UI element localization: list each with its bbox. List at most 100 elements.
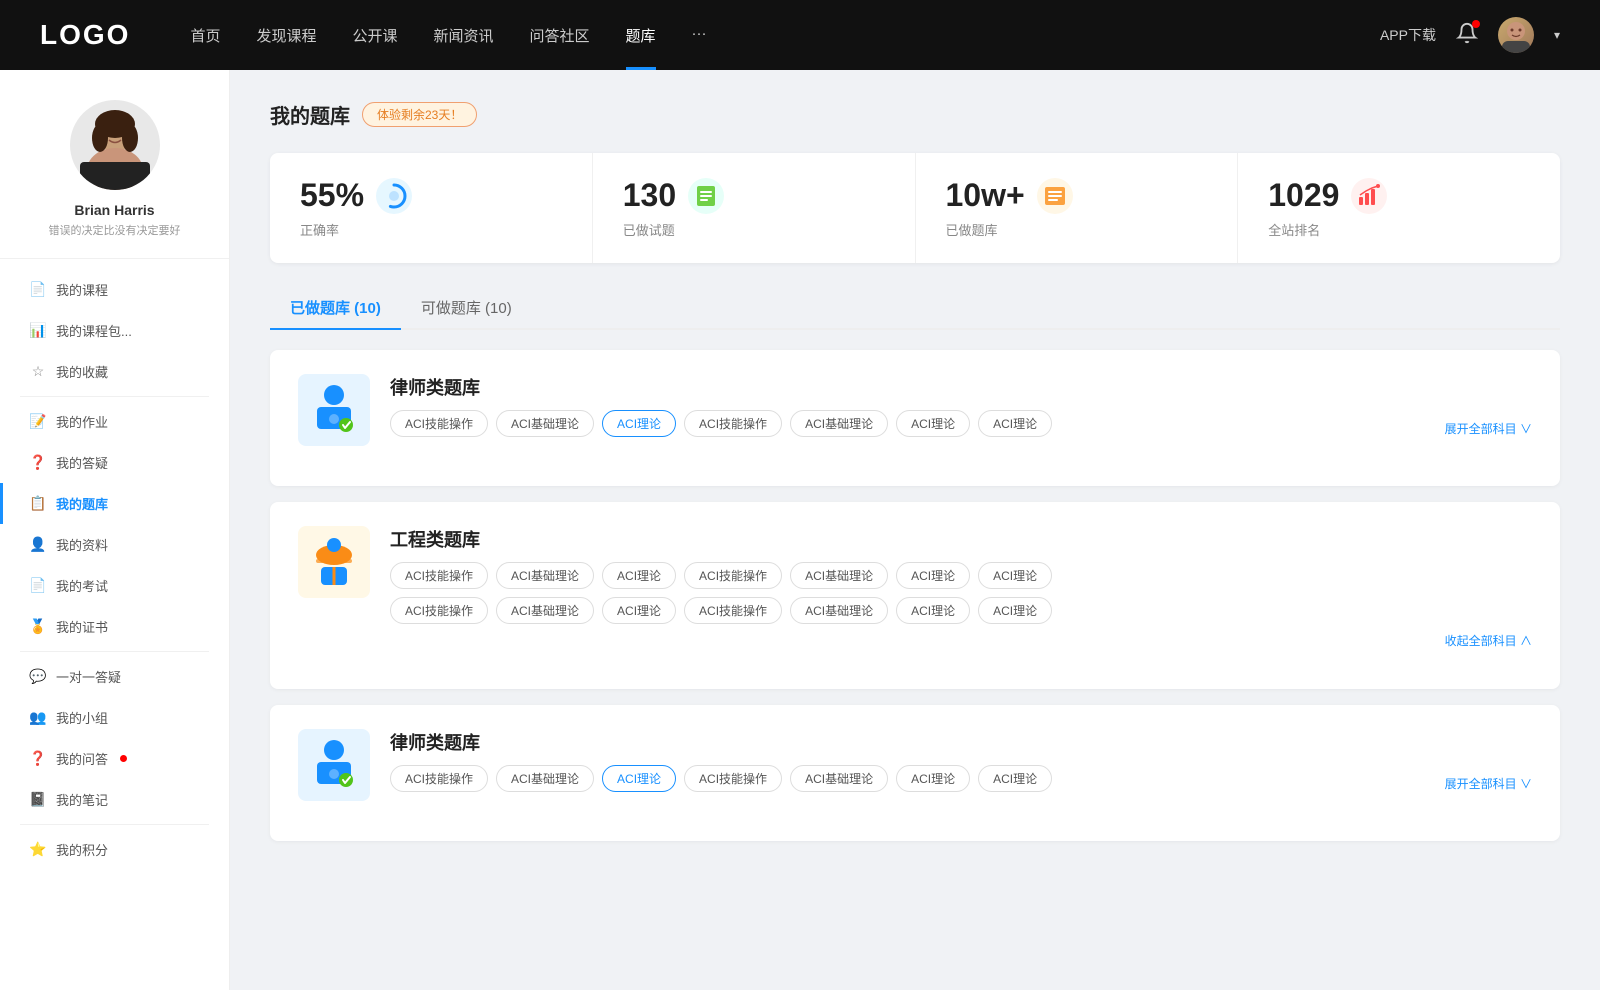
sidebar-item-profile[interactable]: 👤 我的资料: [0, 524, 229, 565]
tag-lawyer2-2[interactable]: ACI基础理论: [496, 765, 594, 792]
question-icon: ❓: [30, 751, 46, 767]
sidebar-label-1on1: 一对一答疑: [56, 667, 121, 686]
user-avatar[interactable]: [1498, 17, 1534, 53]
main-content: 我的题库 体验剩余23天！ 55% 正确率: [230, 70, 1600, 990]
logo[interactable]: LOGO: [40, 19, 130, 51]
lawyer2-expand[interactable]: 展开全部科目 ∨: [1445, 775, 1532, 792]
tag-lawyer1-5[interactable]: ACI基础理论: [790, 410, 888, 437]
sidebar-item-notes[interactable]: 📓 我的笔记: [0, 779, 229, 820]
sidebar-item-bank[interactable]: 📋 我的题库: [0, 483, 229, 524]
user-menu-chevron[interactable]: ▾: [1554, 28, 1560, 42]
bank-card-lawyer2-header: 律师类题库 ACI技能操作 ACI基础理论 ACI理论 ACI技能操作 ACI基…: [298, 729, 1532, 801]
lawyer1-title: 律师类题库: [390, 374, 1532, 400]
tag-eng-1-5[interactable]: ACI基础理论: [790, 562, 888, 589]
nav-home[interactable]: 首页: [190, 25, 220, 46]
stat-rank: 1029 全站排名: [1238, 153, 1560, 263]
sidebar-label-bank: 我的题库: [56, 494, 108, 513]
tab-todo[interactable]: 可做题库 (10): [401, 287, 532, 328]
sidebar-label-group: 我的小组: [56, 708, 108, 727]
tag-lawyer1-3[interactable]: ACI理论: [602, 410, 676, 437]
tag-eng-2-1[interactable]: ACI技能操作: [390, 597, 488, 624]
eng-collapse[interactable]: 收起全部科目 ∧: [390, 632, 1532, 649]
sidebar-item-homework[interactable]: 📝 我的作业: [0, 401, 229, 442]
tag-lawyer2-6[interactable]: ACI理论: [896, 765, 970, 792]
trial-badge: 体验剩余23天！: [362, 102, 477, 127]
tab-done[interactable]: 已做题库 (10): [270, 287, 401, 328]
tag-lawyer2-5[interactable]: ACI基础理论: [790, 765, 888, 792]
stat-banks: 10w+ 已做题库: [916, 153, 1239, 263]
stat-accuracy-label: 正确率: [300, 220, 562, 239]
tag-eng-2-6[interactable]: ACI理论: [896, 597, 970, 624]
tag-eng-2-4[interactable]: ACI技能操作: [684, 597, 782, 624]
sidebar-item-qa[interactable]: ❓ 我的答疑: [0, 442, 229, 483]
sidebar-item-package[interactable]: 📊 我的课程包...: [0, 310, 229, 351]
tag-eng-1-7[interactable]: ACI理论: [978, 562, 1052, 589]
lawyer1-tags-row: ACI技能操作 ACI基础理论 ACI理论 ACI技能操作 ACI基础理论 AC…: [390, 410, 1532, 437]
tag-lawyer2-1[interactable]: ACI技能操作: [390, 765, 488, 792]
nav-discover[interactable]: 发现课程: [256, 25, 316, 46]
sidebar: Brian Harris 错误的决定比没有决定要好 📄 我的课程 📊 我的课程包…: [0, 70, 230, 990]
lawyer2-content: 律师类题库 ACI技能操作 ACI基础理论 ACI理论 ACI技能操作 ACI基…: [390, 729, 1532, 792]
notes-icon: 📓: [30, 792, 46, 808]
sidebar-item-question[interactable]: ❓ 我的问答: [0, 738, 229, 779]
nav-right: APP下载 ▾: [1380, 17, 1560, 53]
tag-lawyer2-7[interactable]: ACI理论: [978, 765, 1052, 792]
notification-bell[interactable]: [1456, 22, 1478, 49]
sidebar-item-exam[interactable]: 📄 我的考试: [0, 565, 229, 606]
tag-lawyer2-3[interactable]: ACI理论: [602, 765, 676, 792]
stat-banks-value: 10w+: [946, 177, 1025, 214]
question-notification-dot: [120, 755, 127, 762]
sep-1: [20, 396, 209, 397]
bank-card-lawyer1: 律师类题库 ACI技能操作 ACI基础理论 ACI理论 ACI技能操作 ACI基…: [270, 350, 1560, 486]
tag-lawyer1-2[interactable]: ACI基础理论: [496, 410, 594, 437]
package-icon: 📊: [30, 323, 46, 339]
sidebar-item-cert[interactable]: 🏅 我的证书: [0, 606, 229, 647]
nav-news[interactable]: 新闻资讯: [434, 25, 494, 46]
tag-eng-1-3[interactable]: ACI理论: [602, 562, 676, 589]
favorite-icon: ☆: [30, 364, 46, 380]
rank-icon: [1351, 178, 1387, 214]
stat-accuracy: 55% 正确率: [270, 153, 593, 263]
tag-eng-1-1[interactable]: ACI技能操作: [390, 562, 488, 589]
sidebar-label-profile: 我的资料: [56, 535, 108, 554]
avatar-image: [1498, 17, 1534, 53]
page-body: Brian Harris 错误的决定比没有决定要好 📄 我的课程 📊 我的课程包…: [0, 70, 1600, 990]
nav-qa[interactable]: 问答社区: [530, 25, 590, 46]
sidebar-item-favorite[interactable]: ☆ 我的收藏: [0, 351, 229, 392]
tag-eng-1-6[interactable]: ACI理论: [896, 562, 970, 589]
sidebar-item-course[interactable]: 📄 我的课程: [0, 269, 229, 310]
sidebar-item-points[interactable]: ⭐ 我的积分: [0, 829, 229, 870]
tag-eng-1-4[interactable]: ACI技能操作: [684, 562, 782, 589]
stat-rank-label: 全站排名: [1268, 220, 1530, 239]
sidebar-label-question: 我的问答: [56, 749, 108, 768]
tag-lawyer1-1[interactable]: ACI技能操作: [390, 410, 488, 437]
sidebar-label-homework: 我的作业: [56, 412, 108, 431]
banks-icon: [1037, 178, 1073, 214]
sidebar-item-1on1[interactable]: 💬 一对一答疑: [0, 656, 229, 697]
tag-eng-2-7[interactable]: ACI理论: [978, 597, 1052, 624]
lawyer1-expand[interactable]: 展开全部科目 ∨: [1445, 420, 1532, 437]
tag-eng-1-2[interactable]: ACI基础理论: [496, 562, 594, 589]
tag-lawyer1-4[interactable]: ACI技能操作: [684, 410, 782, 437]
navbar: LOGO 首页 发现课程 公开课 新闻资讯 问答社区 题库 ··· APP下载: [0, 0, 1600, 70]
tag-lawyer1-7[interactable]: ACI理论: [978, 410, 1052, 437]
eng-tags-row1: ACI技能操作 ACI基础理论 ACI理论 ACI技能操作 ACI基础理论 AC…: [390, 562, 1532, 589]
tag-eng-2-3[interactable]: ACI理论: [602, 597, 676, 624]
app-download-btn[interactable]: APP下载: [1380, 25, 1436, 45]
lawyer2-title: 律师类题库: [390, 729, 1532, 755]
exam-icon: 📄: [30, 578, 46, 594]
tag-lawyer1-6[interactable]: ACI理论: [896, 410, 970, 437]
sidebar-item-group[interactable]: 👥 我的小组: [0, 697, 229, 738]
stat-questions-label: 已做试题: [623, 220, 885, 239]
nav-open-course[interactable]: 公开课: [352, 25, 397, 46]
stat-rank-top: 1029: [1268, 177, 1530, 214]
eng-title: 工程类题库: [390, 526, 1532, 552]
tag-lawyer2-4[interactable]: ACI技能操作: [684, 765, 782, 792]
nav-bank[interactable]: 题库: [626, 25, 656, 46]
tag-eng-2-2[interactable]: ACI基础理论: [496, 597, 594, 624]
stat-accuracy-top: 55%: [300, 177, 562, 214]
nav-more[interactable]: ···: [692, 25, 707, 46]
lawyer1-tags: ACI技能操作 ACI基础理论 ACI理论 ACI技能操作 ACI基础理论 AC…: [390, 410, 1445, 437]
tag-eng-2-5[interactable]: ACI基础理论: [790, 597, 888, 624]
eng-tags-row2: ACI技能操作 ACI基础理论 ACI理论 ACI技能操作 ACI基础理论 AC…: [390, 597, 1532, 624]
